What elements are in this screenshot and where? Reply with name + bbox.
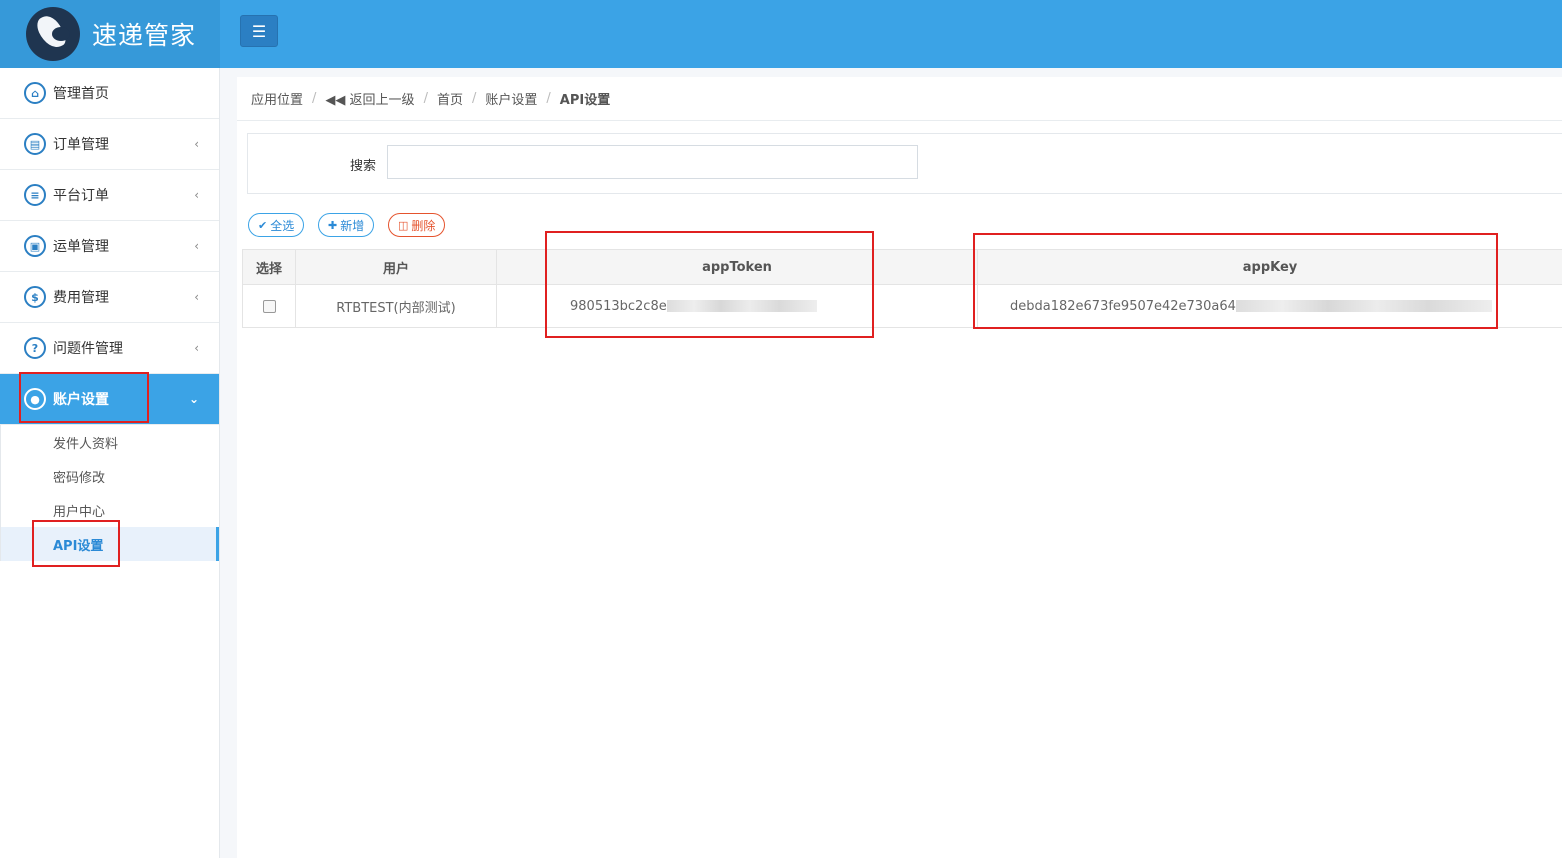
sidebar-item-platform-orders[interactable]: ≡ 平台订单 ‹ bbox=[0, 170, 219, 221]
breadcrumb-separator: / bbox=[312, 91, 317, 106]
sidebar-item-problem-items[interactable]: ? 问题件管理 ‹ bbox=[0, 323, 219, 374]
sidebar-item-label: 账户设置 bbox=[53, 392, 109, 408]
sidebar-item-label: 平台订单 bbox=[53, 188, 109, 204]
column-header-app-token: appToken bbox=[496, 249, 978, 285]
chevron-left-icon: ‹ bbox=[194, 188, 199, 202]
add-button[interactable]: ✚ 新增 bbox=[318, 213, 375, 237]
question-icon: ? bbox=[24, 337, 46, 359]
sidebar-item-label: 问题件管理 bbox=[53, 341, 123, 357]
breadcrumb-separator: / bbox=[546, 91, 551, 106]
column-header-user: 用户 bbox=[295, 249, 497, 285]
sidebar-item-label: 费用管理 bbox=[53, 290, 109, 306]
breadcrumb-account-link[interactable]: 账户设置 bbox=[485, 89, 537, 108]
back-arrow-icon: ◀◀ bbox=[325, 93, 346, 108]
app-name: 速递管家 bbox=[92, 21, 197, 50]
sidebar-item-home[interactable]: ⌂ 管理首页 bbox=[0, 68, 219, 119]
select-all-button[interactable]: ✔ 全选 bbox=[248, 213, 305, 237]
sidebar-item-label: 运单管理 bbox=[53, 239, 109, 255]
add-label: 新增 bbox=[340, 218, 365, 233]
check-circle-icon: ✔ bbox=[258, 218, 268, 232]
breadcrumb-home-link[interactable]: 首页 bbox=[437, 89, 463, 108]
sidebar-item-label: 管理首页 bbox=[53, 86, 109, 102]
user-cell: RTBTEST(内部测试) bbox=[295, 284, 497, 328]
list-icon: ≡ bbox=[24, 184, 46, 206]
breadcrumb-separator: / bbox=[423, 91, 428, 106]
row-checkbox[interactable] bbox=[262, 299, 276, 313]
column-header-select: 选择 bbox=[242, 249, 296, 285]
truck-icon: ▣ bbox=[24, 235, 46, 257]
plus-icon: ✚ bbox=[328, 218, 338, 232]
row-select-cell bbox=[242, 284, 296, 328]
breadcrumb: 应用位置 / ◀◀ 返回上一级 / 首页 / 账户设置 / API设置 bbox=[237, 77, 1562, 121]
search-label: 搜索 bbox=[350, 159, 377, 174]
delete-label: 删除 bbox=[411, 218, 436, 233]
redacted-mask bbox=[666, 300, 817, 312]
api-table: 选择 用户 appToken appKey RTBTEST(内部测试) 9805… bbox=[242, 249, 1562, 328]
breadcrumb-back-label: 返回上一级 bbox=[349, 93, 415, 108]
chevron-left-icon: ‹ bbox=[194, 137, 199, 151]
sidebar-item-label: 订单管理 bbox=[53, 137, 109, 153]
trash-icon: ◫ bbox=[398, 218, 409, 232]
breadcrumb-separator: / bbox=[471, 91, 477, 106]
main-content: 应用位置 / ◀◀ 返回上一级 / 首页 / 账户设置 / API设置 搜索 ✔… bbox=[237, 77, 1562, 858]
logo[interactable]: 速递管家 bbox=[0, 0, 220, 68]
app-token-cell: 980513bc2c8e bbox=[496, 284, 978, 328]
hamburger-icon: ☰ bbox=[251, 21, 267, 41]
logo-icon bbox=[26, 7, 80, 61]
menu-toggle-button[interactable]: ☰ bbox=[240, 15, 278, 47]
chevron-left-icon: ‹ bbox=[194, 239, 199, 253]
sidebar-item-orders[interactable]: ▤ 订单管理 ‹ bbox=[0, 119, 219, 170]
dollar-icon: $ bbox=[24, 286, 46, 308]
sidebar: ⌂ 管理首页 ▤ 订单管理 ‹ ≡ 平台订单 ‹ ▣ 运单管理 ‹ $ 费用管理… bbox=[0, 68, 220, 858]
table-header-row: 选择 用户 appToken appKey bbox=[242, 249, 1562, 285]
account-settings-submenu: 发件人资料 密码修改 用户中心 API设置 bbox=[0, 425, 219, 561]
chevron-down-icon: ⌄ bbox=[188, 392, 199, 406]
sidebar-subitem-user-center[interactable]: 用户中心 bbox=[1, 493, 219, 527]
table-row: RTBTEST(内部测试) 980513bc2c8e debda182e673f… bbox=[242, 284, 1562, 328]
chevron-left-icon: ‹ bbox=[194, 290, 199, 304]
app-token-value: 980513bc2c8e bbox=[570, 298, 667, 314]
sidebar-item-waybills[interactable]: ▣ 运单管理 ‹ bbox=[0, 221, 219, 272]
top-header: 速递管家 ☰ bbox=[0, 0, 1562, 68]
search-panel: 搜索 bbox=[247, 133, 1562, 194]
sidebar-item-fees[interactable]: $ 费用管理 ‹ bbox=[0, 272, 219, 323]
sidebar-subitem-api-settings[interactable]: API设置 bbox=[1, 527, 219, 561]
document-icon: ▤ bbox=[24, 133, 46, 155]
user-icon: ● bbox=[24, 388, 46, 410]
column-header-app-key: appKey bbox=[977, 249, 1562, 285]
chevron-left-icon: ‹ bbox=[194, 341, 199, 355]
home-icon: ⌂ bbox=[24, 82, 46, 104]
breadcrumb-current: API设置 bbox=[559, 93, 611, 108]
breadcrumb-back-link[interactable]: ◀◀ 返回上一级 bbox=[325, 89, 414, 108]
search-input[interactable] bbox=[387, 145, 918, 179]
app-key-value: debda182e673fe9507e42e730a64 bbox=[1010, 298, 1236, 314]
sidebar-subitem-change-password[interactable]: 密码修改 bbox=[1, 459, 219, 493]
select-all-label: 全选 bbox=[270, 218, 295, 233]
delete-button[interactable]: ◫ 删除 bbox=[388, 213, 446, 237]
sidebar-subitem-sender-profile[interactable]: 发件人资料 bbox=[1, 425, 219, 459]
breadcrumb-location: 应用位置 bbox=[251, 93, 304, 108]
sidebar-item-account-settings[interactable]: ● 账户设置 ⌄ bbox=[0, 374, 219, 425]
redacted-mask bbox=[1235, 300, 1492, 312]
app-key-cell: debda182e673fe9507e42e730a64 bbox=[977, 284, 1562, 328]
